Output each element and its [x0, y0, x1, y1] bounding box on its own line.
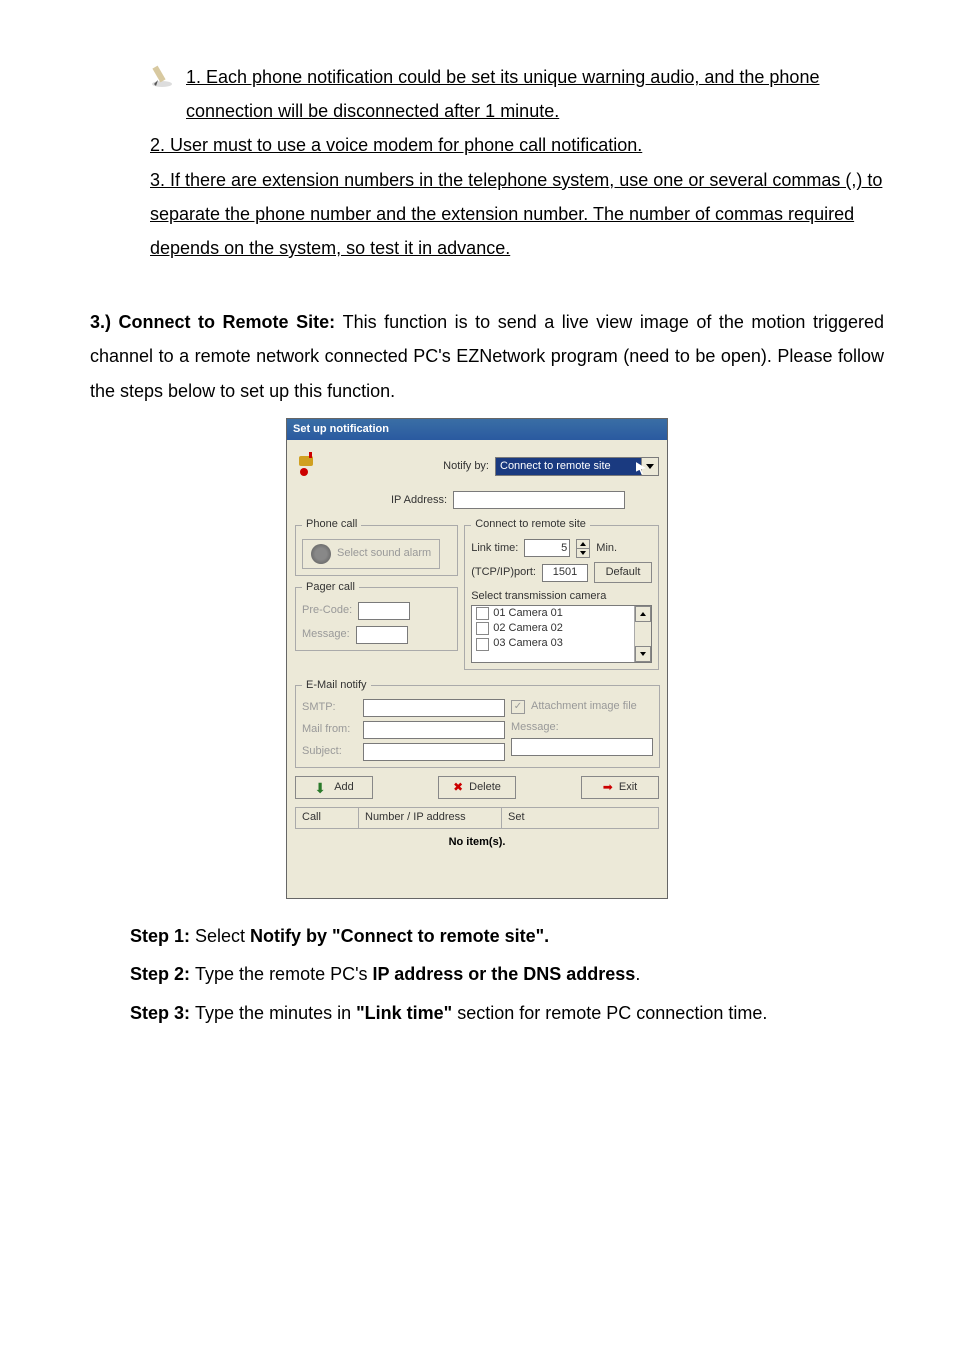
email-notify-group: E-Mail notify SMTP: Mail from: Subject: …	[295, 678, 660, 768]
link-time-label: Link time:	[471, 541, 518, 556]
spinner-down-icon[interactable]	[577, 549, 589, 557]
precode-label: Pre-Code:	[302, 603, 352, 618]
col-number: Number / IP address	[359, 808, 502, 827]
pager-call-group: Pager call Pre-Code: Message:	[295, 580, 458, 650]
mailfrom-label: Mail from:	[302, 722, 357, 737]
ip-address-label: IP Address:	[391, 493, 447, 508]
precode-input	[358, 602, 410, 620]
connect-remote-legend: Connect to remote site	[471, 517, 590, 532]
port-label: (TCP/IP)port:	[471, 565, 536, 580]
spinner-up-icon[interactable]	[577, 540, 589, 549]
pager-message-input	[356, 626, 408, 644]
section-title: Connect to Remote Site:	[119, 312, 343, 332]
add-icon	[314, 781, 328, 795]
subject-label: Subject:	[302, 744, 357, 759]
email-notify-legend: E-Mail notify	[302, 678, 371, 693]
checkbox-icon[interactable]	[476, 622, 489, 635]
table-empty: No item(s).	[295, 829, 659, 890]
note-3: 3. If there are extension numbers in the…	[150, 170, 882, 258]
pencil-icon	[150, 62, 178, 101]
note-1: 1. Each phone notification could be set …	[186, 67, 819, 121]
step-1: Step 1: Select Notify by "Connect to rem…	[130, 919, 884, 953]
port-input[interactable]: 1501	[542, 564, 588, 582]
delete-button[interactable]: Delete	[438, 776, 516, 799]
add-button[interactable]: Add	[295, 776, 373, 799]
mailfrom-input	[363, 721, 505, 739]
note-2: 2. User must to use a voice modem for ph…	[150, 135, 642, 155]
select-camera-label: Select transmission camera	[471, 589, 652, 604]
section-number: 3.)	[90, 312, 119, 332]
step-3: Step 3: Type the minutes in "Link time" …	[130, 996, 884, 1030]
min-label: Min.	[596, 541, 617, 556]
link-time-input[interactable]: 5	[524, 539, 570, 557]
phone-call-group: Phone call Select sound alarm	[295, 517, 458, 576]
smtp-input	[363, 699, 505, 717]
select-sound-alarm-button: Select sound alarm	[302, 539, 440, 569]
attachment-label: Attachment image file	[531, 699, 637, 714]
camera-item-1[interactable]: 01 Camera 01	[472, 606, 651, 621]
scroll-up-icon[interactable]	[635, 606, 651, 622]
ip-address-input[interactable]	[453, 491, 625, 509]
camera-item-2[interactable]: 02 Camera 02	[472, 621, 651, 636]
connect-remote-group: Connect to remote site Link time: 5 Min.	[464, 517, 659, 669]
notification-dialog: Set up notification Notify by: Connect t…	[286, 418, 668, 900]
subject-input	[363, 743, 505, 761]
pager-message-label: Message:	[302, 627, 350, 642]
scrollbar[interactable]	[634, 606, 651, 662]
section-connect-remote: 3.) Connect to Remote Site: This functio…	[90, 305, 884, 408]
mail-message-label: Message:	[511, 720, 653, 735]
col-call: Call	[296, 808, 359, 827]
speaker-icon	[311, 544, 331, 564]
pager-call-legend: Pager call	[302, 580, 359, 595]
attachment-checkbox: ✓	[511, 700, 525, 714]
notify-by-combo[interactable]: Connect to remote site	[495, 457, 659, 476]
chevron-down-icon[interactable]	[641, 458, 658, 475]
scroll-down-icon[interactable]	[635, 646, 651, 662]
col-set: Set	[502, 808, 658, 827]
camera-list[interactable]: 01 Camera 01 02 Camera 02 03 Camera 03	[471, 605, 652, 663]
delete-icon	[453, 779, 463, 796]
notify-by-label: Notify by:	[443, 459, 489, 474]
checkbox-icon[interactable]	[476, 638, 489, 651]
camera-item-3[interactable]: 03 Camera 03	[472, 636, 651, 651]
table-header: Call Number / IP address Set	[295, 807, 659, 828]
exit-icon	[603, 779, 613, 796]
exit-button[interactable]: Exit	[581, 776, 659, 799]
link-time-spinner[interactable]	[576, 539, 590, 558]
mail-message-input	[511, 738, 653, 756]
smtp-label: SMTP:	[302, 700, 357, 715]
phone-notify-icon	[295, 450, 323, 483]
phone-call-legend: Phone call	[302, 517, 361, 532]
checkbox-icon[interactable]	[476, 607, 489, 620]
step-2: Step 2: Type the remote PC's IP address …	[130, 957, 884, 991]
default-button[interactable]: Default	[594, 562, 652, 583]
dialog-title: Set up notification	[287, 419, 667, 440]
